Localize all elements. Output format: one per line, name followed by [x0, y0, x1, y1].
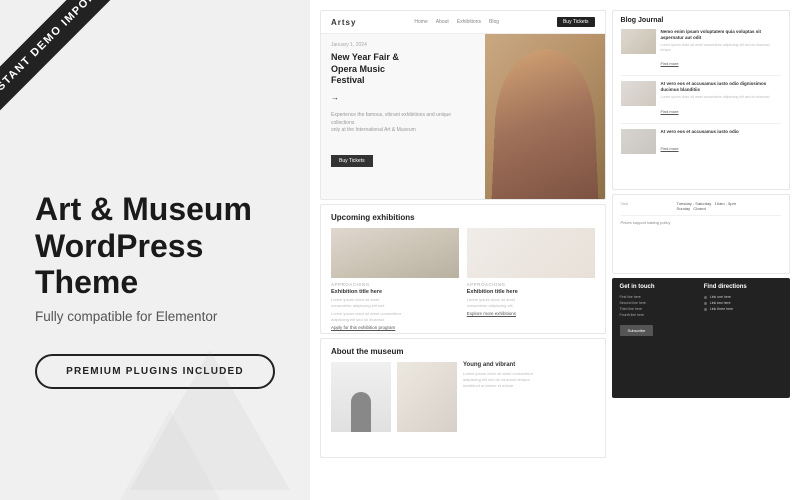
exhibition-img-2 — [467, 228, 595, 278]
corner-banner: INSTANT DEMO IMPORT — [0, 0, 150, 150]
blog-link-2[interactable]: Find more — [661, 109, 679, 114]
info-section: Visit Tuesday - Saturday 10am - 5pmSunda… — [612, 194, 790, 274]
hero-image-shape — [491, 49, 598, 200]
exhibition-name-2: Exhibition title here — [467, 289, 595, 295]
blog-link-3[interactable]: Find more — [661, 146, 679, 151]
contact-link-3: Link three here — [704, 307, 782, 311]
about-section: About the museum Young and vibrant Lorem… — [320, 338, 606, 458]
nav-links: Home About Exhibitions Blog — [414, 19, 499, 25]
contact-left-title: Get in touch — [620, 284, 698, 290]
contact-item-2: Second line here — [620, 301, 698, 305]
dot-3 — [704, 308, 707, 311]
hero-image — [485, 34, 605, 200]
nav-buy-tickets[interactable]: Buy Tickets — [557, 17, 595, 27]
preview-col-left: Artsy Home About Exhibitions Blog Buy Ti… — [320, 10, 606, 490]
hero-title: New Year Fair & Opera Music Festival — [331, 52, 475, 87]
blog-item-desc-2: Lorem ipsum dolor sit amet consectetur a… — [661, 95, 781, 100]
info-value-visit: Tuesday - Saturday 10am - 5pmSunday Clos… — [677, 201, 736, 211]
exhibition-link-1[interactable]: Apply for this exhibition program — [331, 325, 459, 330]
exhibition-desc-2: Lorem ipsum dolor sit ametconsectetur ad… — [467, 297, 595, 308]
blog-item-title-3: At vero eos et accusamus iusto odio — [661, 129, 781, 135]
blog-item-desc-1: Lorem ipsum dolor sit amet consectetur a… — [661, 43, 781, 53]
nav-home: Home — [414, 19, 427, 25]
blog-item-title-1: Nemo enim ipsam voluptatem quia voluptas… — [661, 29, 781, 41]
hero-section: Artsy Home About Exhibitions Blog Buy Ti… — [320, 10, 606, 200]
nav-blog: Blog — [489, 19, 499, 25]
blog-item-title-2: At vero eos et accusamus iusto odio dign… — [661, 81, 781, 93]
blog-item-text-1: Nemo enim ipsam voluptatem quia voluptas… — [661, 29, 781, 70]
exhibition-item-1: Approaching Exhibition title here Lorem … — [331, 228, 459, 330]
info-support: Prices support tasting policy — [621, 215, 781, 225]
contact-subscribe-btn[interactable]: Subscribe — [620, 325, 654, 336]
dot-1 — [704, 296, 707, 299]
exhibition-tag-2: Approaching — [467, 282, 595, 287]
contact-left: Get in touch First line here Second line… — [620, 284, 698, 392]
about-img-1 — [331, 362, 391, 432]
blog-item-text-2: At vero eos et accusamus iusto odio dign… — [661, 81, 781, 118]
info-label-visit: Visit — [621, 201, 671, 211]
blog-title: Blog Journal — [621, 17, 781, 24]
hero-body: January 1, 2024 New Year Fair & Opera Mu… — [321, 34, 605, 200]
about-figure — [351, 392, 371, 432]
nav-exhibitions: Exhibitions — [457, 19, 481, 25]
blog-link-1[interactable]: Find more — [661, 61, 679, 66]
hero-cta-button[interactable]: Buy Tickets — [331, 155, 373, 167]
contact-right-title: Find directions — [704, 284, 782, 290]
watermark-triangle-2 — [120, 410, 220, 500]
hero-nav: Artsy Home About Exhibitions Blog Buy Ti… — [321, 11, 605, 34]
contact-section: Get in touch First line here Second line… — [612, 278, 790, 398]
preview-col-right: Blog Journal Nemo enim ipsam voluptatem … — [612, 10, 790, 490]
about-grid: Young and vibrant Lorem ipsum dolor sit … — [331, 362, 595, 432]
contact-item-1: First line here — [620, 295, 698, 299]
contact-item-4: Fourth line here — [620, 313, 698, 317]
about-sub-title: Young and vibrant — [463, 362, 595, 368]
contact-link-1: Link one here — [704, 295, 782, 299]
about-desc: Lorem ipsum dolor sit amet consecteturad… — [463, 371, 595, 389]
exhibition-desc-extra: Lorem ipsum dolor sit amet consecteturad… — [331, 311, 459, 322]
exhibitions-title: Upcoming exhibitions — [331, 213, 595, 222]
about-title: About the museum — [331, 347, 595, 356]
nav-about: About — [436, 19, 449, 25]
preview-container: Artsy Home About Exhibitions Blog Buy Ti… — [320, 10, 790, 490]
blog-item-img-3 — [621, 129, 656, 154]
blog-item-1: Nemo enim ipsam voluptatem quia voluptas… — [621, 29, 781, 76]
exhibitions-section: Upcoming exhibitions Approaching Exhibit… — [320, 204, 606, 334]
contact-right: Find directions Link one here Link two h… — [704, 284, 782, 392]
about-img-2 — [397, 362, 457, 432]
contact-link-2: Link two here — [704, 301, 782, 305]
right-panel: Artsy Home About Exhibitions Blog Buy Ti… — [310, 0, 800, 500]
main-title: Art & Museum WordPress Theme — [35, 191, 275, 301]
hero-arrow: → — [331, 93, 475, 102]
info-row-visit: Visit Tuesday - Saturday 10am - 5pmSunda… — [621, 201, 781, 211]
exhibition-desc-1: Lorem ipsum dolor sit ametconsectetur ad… — [331, 297, 459, 308]
blog-item-2: At vero eos et accusamus iusto odio dign… — [621, 81, 781, 124]
blog-item-img-2 — [621, 81, 656, 106]
subtitle: Fully compatible for Elementor — [35, 309, 275, 324]
about-text-col: Young and vibrant Lorem ipsum dolor sit … — [463, 362, 595, 432]
hero-desc: Experience the famous, vibrant exhibitio… — [331, 112, 475, 135]
contact-item-3: Third line here — [620, 307, 698, 311]
hero-text: January 1, 2024 New Year Fair & Opera Mu… — [321, 34, 485, 200]
site-logo: Artsy — [331, 18, 356, 27]
blog-item-text-3: At vero eos et accusamus iusto odio Find… — [661, 129, 781, 155]
blog-item-img-1 — [621, 29, 656, 54]
exhibition-item-2: Approaching Exhibition title here Lorem … — [467, 228, 595, 330]
hero-date: January 1, 2024 — [331, 42, 475, 48]
exhibition-img-gallery — [331, 228, 459, 278]
blog-item-3: At vero eos et accusamus iusto odio Find… — [621, 129, 781, 160]
exhibitions-grid: Approaching Exhibition title here Lorem … — [331, 228, 595, 330]
corner-banner-label: INSTANT DEMO IMPORT — [0, 0, 113, 111]
exhibition-name-1: Exhibition title here — [331, 289, 459, 295]
exhibition-link-2[interactable]: Explore more exhibitions — [467, 311, 595, 316]
exhibition-tag-1: Approaching — [331, 282, 459, 287]
exhibition-img-1 — [331, 228, 459, 278]
blog-section: Blog Journal Nemo enim ipsam voluptatem … — [612, 10, 790, 190]
dot-2 — [704, 302, 707, 305]
left-panel: INSTANT DEMO IMPORT Art & Museum WordPre… — [0, 0, 310, 500]
